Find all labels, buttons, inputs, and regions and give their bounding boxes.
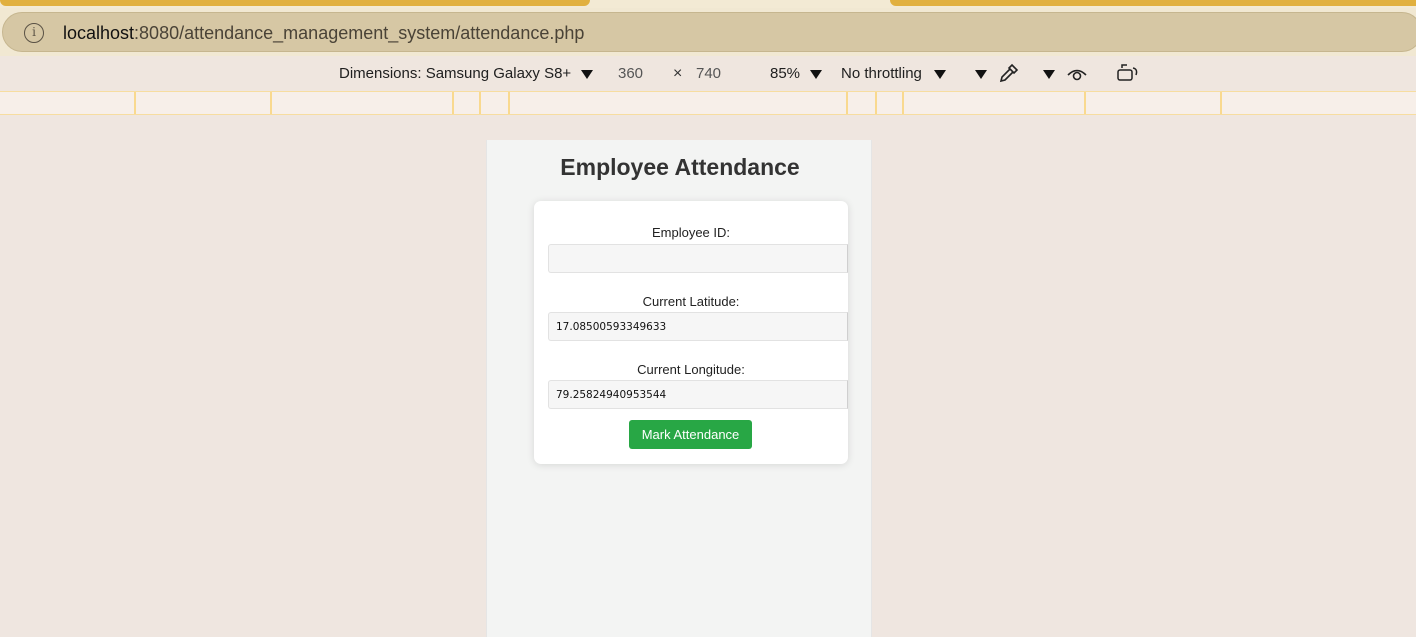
- tab-edge[interactable]: [890, 0, 1416, 6]
- mark-attendance-button[interactable]: Mark Attendance: [629, 420, 752, 449]
- dimensions-select[interactable]: Dimensions: Samsung Galaxy S8+: [339, 65, 594, 82]
- media-query-bar[interactable]: [0, 91, 1416, 115]
- chevron-down-icon: [581, 69, 594, 79]
- longitude-label: Current Longitude:: [637, 362, 745, 377]
- page-title: Employee Attendance: [560, 154, 800, 180]
- device-toolbar: Dimensions: Samsung Galaxy S8+ 360 × 740…: [0, 56, 1416, 91]
- address-bar[interactable]: i localhost:8080/attendance_management_s…: [2, 12, 1416, 52]
- throttling-label: No throttling: [841, 65, 922, 82]
- rotate-icon[interactable]: [1116, 63, 1140, 83]
- media-query-marker[interactable]: [452, 92, 454, 114]
- eye-icon[interactable]: [1066, 66, 1088, 82]
- media-query-marker[interactable]: [875, 92, 877, 114]
- employee-id-input[interactable]: [548, 244, 848, 273]
- media-query-marker[interactable]: [479, 92, 481, 114]
- info-icon[interactable]: i: [24, 23, 44, 43]
- media-query-marker[interactable]: [846, 92, 848, 114]
- chevron-down-icon: [810, 69, 823, 79]
- chevron-down-icon: [1043, 69, 1055, 79]
- media-query-marker[interactable]: [508, 92, 510, 114]
- dimension-separator: ×: [673, 65, 683, 82]
- device-viewport: Employee Attendance Employee ID: Current…: [486, 140, 872, 637]
- media-query-marker[interactable]: [134, 92, 136, 114]
- longitude-input[interactable]: [548, 380, 848, 409]
- throttling-select[interactable]: No throttling: [841, 65, 947, 82]
- active-tab-edge[interactable]: [0, 0, 590, 6]
- tab-strip: [0, 0, 1416, 8]
- eyedropper-icon[interactable]: [998, 62, 1020, 84]
- media-query-marker[interactable]: [1220, 92, 1222, 114]
- url-path: :8080/attendance_management_system/atten…: [134, 23, 585, 43]
- zoom-select[interactable]: 85%: [770, 65, 823, 82]
- media-query-marker[interactable]: [270, 92, 272, 114]
- chevron-down-icon: [975, 69, 987, 79]
- latitude-input[interactable]: [548, 312, 848, 341]
- url-text[interactable]: localhost:8080/attendance_management_sys…: [63, 23, 584, 44]
- width-input[interactable]: 360: [618, 65, 643, 82]
- media-query-marker[interactable]: [902, 92, 904, 114]
- zoom-label: 85%: [770, 65, 801, 82]
- more-options-dropdown[interactable]: [975, 65, 987, 82]
- attendance-form: Employee ID: Current Latitude: Current L…: [534, 201, 848, 464]
- height-input[interactable]: 740: [696, 65, 721, 82]
- latitude-label: Current Latitude:: [642, 294, 740, 309]
- eyedropper-dropdown[interactable]: [1043, 65, 1055, 82]
- dimensions-label: Dimensions: Samsung Galaxy S8+: [339, 65, 572, 82]
- media-query-marker[interactable]: [1084, 92, 1086, 114]
- address-bar-area: i localhost:8080/attendance_management_s…: [0, 8, 1416, 56]
- chevron-down-icon: [934, 69, 947, 79]
- url-host: localhost: [63, 23, 135, 43]
- employee-id-label: Employee ID:: [651, 225, 731, 240]
